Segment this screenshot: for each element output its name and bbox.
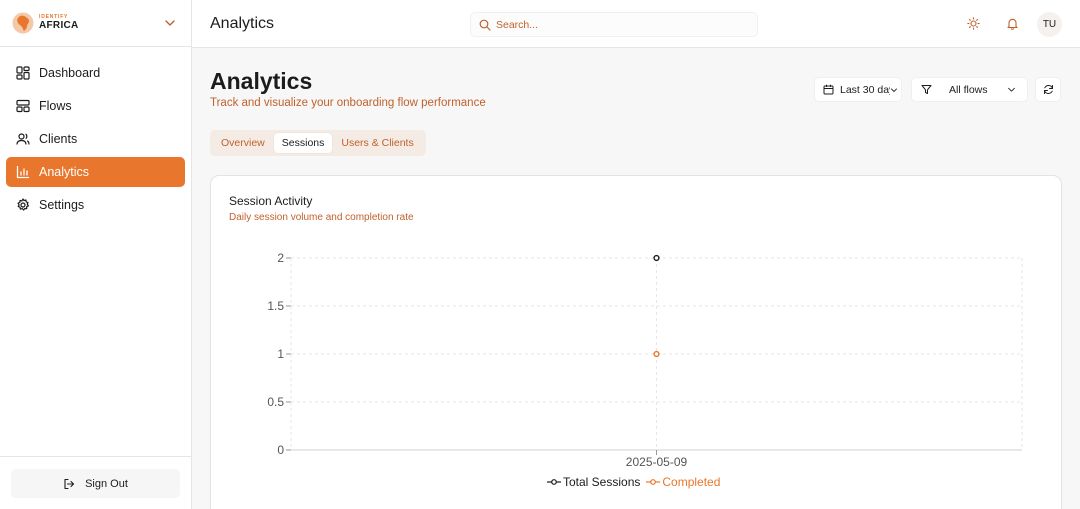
tab-sessions[interactable]: Sessions bbox=[273, 133, 333, 153]
sidebar-item-label: Settings bbox=[39, 198, 85, 212]
topbar: Analytics TU bbox=[192, 0, 1080, 48]
brand-wordmark: IDENTIFY AFRICA bbox=[39, 15, 79, 31]
legend-marker-total-sessions bbox=[547, 479, 561, 485]
brand-big-text: AFRICA bbox=[39, 20, 79, 31]
legend-marker-completed bbox=[646, 479, 661, 485]
y-tick-label: 0 bbox=[277, 443, 284, 457]
flow-filter-value: All flows bbox=[949, 83, 988, 96]
legend-label: Completed bbox=[662, 475, 721, 489]
tab-overview[interactable]: Overview bbox=[213, 133, 273, 153]
sidebar-footer: Sign Out bbox=[0, 456, 191, 509]
sidebar-item-settings[interactable]: Settings bbox=[6, 190, 185, 220]
dashboard-icon bbox=[16, 66, 30, 80]
calendar-icon bbox=[823, 84, 834, 95]
legend-label: Total Sessions bbox=[563, 475, 641, 489]
flows-icon bbox=[16, 99, 30, 113]
sidebar-item-clients[interactable]: Clients bbox=[6, 124, 185, 154]
sidebar-item-analytics[interactable]: Analytics bbox=[6, 157, 185, 187]
chart-legend: Total Sessions Completed bbox=[547, 475, 726, 489]
flow-filter-select[interactable]: All flows bbox=[911, 77, 1028, 102]
search-input[interactable] bbox=[496, 18, 736, 31]
sun-icon[interactable] bbox=[967, 17, 980, 30]
session-activity-chart: 0 0.5 1 1.5 2 2025-05-09 bbox=[267, 251, 1023, 469]
africa-logo-icon bbox=[12, 12, 34, 34]
users-icon bbox=[16, 133, 30, 145]
legend-item-completed[interactable]: Completed bbox=[646, 475, 720, 489]
date-range-value: Last 30 days bbox=[840, 83, 890, 96]
gear-icon bbox=[17, 198, 29, 211]
avatar[interactable]: TU bbox=[1037, 12, 1062, 37]
page-subtitle: Track and visualize your onboarding flow… bbox=[210, 97, 486, 109]
sidebar-item-label: Dashboard bbox=[39, 66, 101, 80]
sign-out-button[interactable]: Sign Out bbox=[11, 469, 180, 498]
date-range-select[interactable]: Last 30 days bbox=[814, 77, 902, 102]
session-activity-card: Session Activity Daily session volume an… bbox=[210, 175, 1062, 509]
sidebar-item-label: Flows bbox=[39, 99, 72, 113]
bell-icon[interactable] bbox=[1006, 17, 1019, 30]
sidebar-item-label: Analytics bbox=[39, 165, 90, 179]
sidebar-nav: Dashboard Flows Clients Analytics Settin… bbox=[0, 47, 191, 220]
y-tick-label: 2 bbox=[277, 251, 284, 265]
sign-out-label: Sign Out bbox=[85, 477, 128, 490]
y-tick-label: 1 bbox=[277, 347, 284, 361]
search-box[interactable] bbox=[470, 12, 758, 37]
tab-users-clients[interactable]: Users & Clients bbox=[333, 133, 421, 153]
sidebar-item-flows[interactable]: Flows bbox=[6, 91, 185, 121]
brand-header: IDENTIFY AFRICA bbox=[0, 0, 191, 47]
page-title: Analytics bbox=[210, 68, 313, 94]
search-icon bbox=[479, 19, 491, 31]
y-tick-label: 1.5 bbox=[267, 299, 284, 313]
y-tick-label: 0.5 bbox=[267, 395, 284, 409]
filter-icon bbox=[921, 85, 932, 94]
refresh-button[interactable] bbox=[1035, 77, 1061, 102]
refresh-icon bbox=[1043, 85, 1053, 94]
x-tick-label: 2025-05-09 bbox=[626, 455, 688, 469]
chevron-down-icon bbox=[891, 87, 897, 92]
log-out-icon bbox=[64, 478, 75, 489]
analytics-tabs: Overview Sessions Users & Clients bbox=[210, 130, 426, 156]
sidebar-item-dashboard[interactable]: Dashboard bbox=[6, 58, 185, 88]
chevron-down-icon bbox=[1007, 87, 1015, 92]
legend-item-total-sessions[interactable]: Total Sessions bbox=[547, 475, 640, 489]
topbar-title: Analytics bbox=[210, 15, 275, 32]
sidebar-item-label: Clients bbox=[39, 132, 78, 146]
bar-chart-icon bbox=[16, 165, 30, 179]
chevron-down-icon[interactable] bbox=[163, 16, 177, 30]
main-content: Analytics Track and visualize your onboa… bbox=[192, 49, 1080, 509]
data-point-completed bbox=[653, 350, 660, 358]
data-point-total-sessions bbox=[653, 254, 660, 262]
sidebar: IDENTIFY AFRICA Dashboard Flows Clients … bbox=[0, 0, 192, 509]
